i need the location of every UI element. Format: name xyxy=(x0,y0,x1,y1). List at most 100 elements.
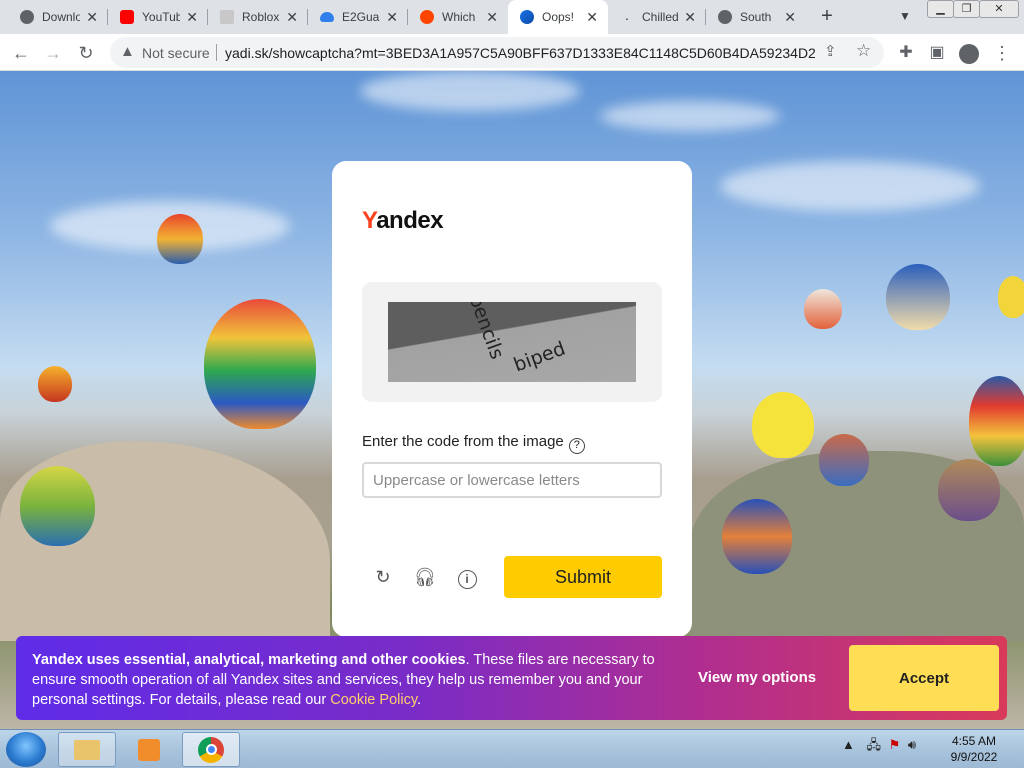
captcha-page: Yandex pencils biped Enter the code from… xyxy=(0,71,1024,729)
tab-search-icon[interactable]: ▼ xyxy=(895,6,915,26)
globe-icon xyxy=(718,10,732,24)
close-icon[interactable]: ✕ xyxy=(186,9,198,25)
close-icon[interactable]: ✕ xyxy=(286,9,298,25)
media-player-taskbar-button[interactable] xyxy=(120,732,178,767)
tab-strip: Downlo ✕ YouTub ✕ Roblox ✕ E2Guar ✕ Whic… xyxy=(0,0,1024,34)
yandex-shield-icon xyxy=(520,10,534,24)
tab-title: South xyxy=(740,10,772,24)
captcha-card: Yandex pencils biped Enter the code from… xyxy=(332,161,692,637)
captcha-word: biped xyxy=(510,337,569,377)
extensions-puzzle-icon[interactable]: ✚ xyxy=(893,40,919,66)
captcha-prompt: Enter the code from the image? xyxy=(362,433,585,454)
hot-air-balloon xyxy=(722,499,792,574)
close-icon[interactable]: ✕ xyxy=(86,9,98,25)
close-icon[interactable]: ✕ xyxy=(684,9,696,25)
windows-taskbar: ▲ 🖧︎ ⚑ 🔊︎ 4:55 AM 9/9/2022 xyxy=(0,729,1024,768)
close-icon[interactable]: ✕ xyxy=(784,9,796,25)
tab-oops-active[interactable]: Oops! ✕ xyxy=(508,0,608,34)
action-center-icon[interactable]: ⚑ xyxy=(889,737,901,752)
tab-reddit[interactable]: Which ✕ xyxy=(408,0,508,34)
info-icon[interactable]: i xyxy=(455,565,479,589)
tab-title: Chilled xyxy=(642,10,679,24)
close-window-button[interactable]: ✕ xyxy=(979,0,1019,18)
hot-air-balloon xyxy=(157,214,203,264)
help-icon[interactable]: ? xyxy=(568,438,585,454)
captcha-image: pencils biped xyxy=(388,302,636,382)
hot-air-balloon xyxy=(886,264,950,330)
url-text[interactable]: yadi.sk/showcaptcha?mt=3BED3A1A957C5A90B… xyxy=(225,45,815,61)
roblox-icon xyxy=(220,10,234,24)
cloud xyxy=(600,101,780,131)
cloud-icon xyxy=(320,12,334,22)
hot-air-balloon xyxy=(38,366,72,402)
maximize-button[interactable]: ❐ xyxy=(953,0,980,18)
start-button[interactable] xyxy=(6,732,46,767)
tab-youtube[interactable]: YouTub ✕ xyxy=(108,0,208,34)
media-player-icon xyxy=(138,738,160,761)
chrome-taskbar-button[interactable] xyxy=(182,732,240,767)
file-explorer-taskbar-button[interactable] xyxy=(58,732,116,767)
hot-air-balloon xyxy=(938,459,1000,521)
minimize-button[interactable]: ▁ xyxy=(927,0,954,18)
network-icon[interactable]: 🖧︎ xyxy=(867,737,882,752)
tab-title: Oops! xyxy=(542,10,575,24)
globe-icon xyxy=(20,10,34,24)
cookie-text: Yandex uses essential, analytical, marke… xyxy=(32,652,655,708)
close-icon[interactable]: ✕ xyxy=(586,9,598,25)
tab-south[interactable]: South ✕ xyxy=(706,0,806,34)
youtube-icon xyxy=(120,10,134,24)
hot-air-balloon xyxy=(819,434,869,486)
profile-avatar-icon[interactable] xyxy=(956,40,982,66)
divider xyxy=(216,44,217,61)
new-tab-button[interactable]: + xyxy=(815,5,839,29)
tab-title: Which xyxy=(442,10,476,24)
tab-title: Downlo xyxy=(42,10,80,24)
cookie-policy-link[interactable]: Cookie Policy xyxy=(330,692,417,708)
reddit-icon xyxy=(420,10,434,24)
hot-air-balloon xyxy=(20,466,95,546)
hot-air-balloon xyxy=(998,276,1024,318)
tab-title: YouTub xyxy=(142,10,180,24)
refresh-icon[interactable]: ↻ xyxy=(371,565,395,589)
tab-downloads[interactable]: Downlo ✕ xyxy=(8,0,108,34)
folder-icon xyxy=(74,739,100,760)
chrome-icon xyxy=(198,736,224,763)
side-panel-icon[interactable]: ▣ xyxy=(924,40,950,66)
back-arrow-icon[interactable]: ← xyxy=(8,40,34,66)
captcha-answer-input[interactable] xyxy=(362,462,662,498)
view-options-button[interactable]: View my options xyxy=(698,669,816,686)
hot-air-balloon xyxy=(204,299,316,429)
forward-arrow-icon[interactable]: → xyxy=(40,40,66,66)
share-icon[interactable]: ⇪ xyxy=(824,42,837,60)
volume-icon[interactable]: 🔊︎ xyxy=(908,737,916,752)
close-icon[interactable]: ✕ xyxy=(486,9,498,25)
warning-triangle-icon[interactable]: ▲ xyxy=(120,43,135,60)
bookmark-star-icon[interactable]: ☆ xyxy=(856,41,871,61)
cookie-banner: Yandex uses essential, analytical, marke… xyxy=(16,636,1007,720)
tab-e2guardian[interactable]: E2Guar ✕ xyxy=(308,0,408,34)
show-hidden-icons[interactable]: ▲ xyxy=(842,737,855,752)
tab-chilled[interactable]: . Chilled ✕ xyxy=(608,0,706,34)
address-bar[interactable]: ▲ Not secure yadi.sk/showcaptcha?mt=3BED… xyxy=(110,37,884,68)
reload-icon[interactable]: ↻ xyxy=(73,40,99,66)
hot-air-balloon xyxy=(969,376,1024,466)
hot-air-balloon xyxy=(752,392,814,458)
tab-roblox[interactable]: Roblox ✕ xyxy=(208,0,308,34)
accept-button[interactable]: Accept xyxy=(849,645,999,711)
hot-air-balloon xyxy=(804,289,842,329)
captcha-image-container: pencils biped xyxy=(362,282,662,402)
clock-time: 4:55 AM xyxy=(951,734,997,748)
clock-date: 9/9/2022 xyxy=(950,750,998,764)
headphones-audio-icon[interactable]: 🎧︎ xyxy=(413,565,437,589)
submit-button[interactable]: Submit xyxy=(504,556,662,598)
system-tray: ▲ 🖧︎ ⚑ 🔊︎ xyxy=(842,736,916,758)
security-indicator[interactable]: Not secure xyxy=(142,45,210,61)
cloud xyxy=(720,161,980,211)
dot-icon: . xyxy=(625,7,629,23)
cloud xyxy=(360,71,580,111)
kebab-menu-icon[interactable]: ⋮ xyxy=(989,40,1015,66)
close-icon[interactable]: ✕ xyxy=(386,9,398,25)
clock[interactable]: 4:55 AM 9/9/2022 xyxy=(946,733,1002,765)
tab-title: Roblox xyxy=(242,10,280,24)
tab-title: E2Guar xyxy=(342,10,380,24)
